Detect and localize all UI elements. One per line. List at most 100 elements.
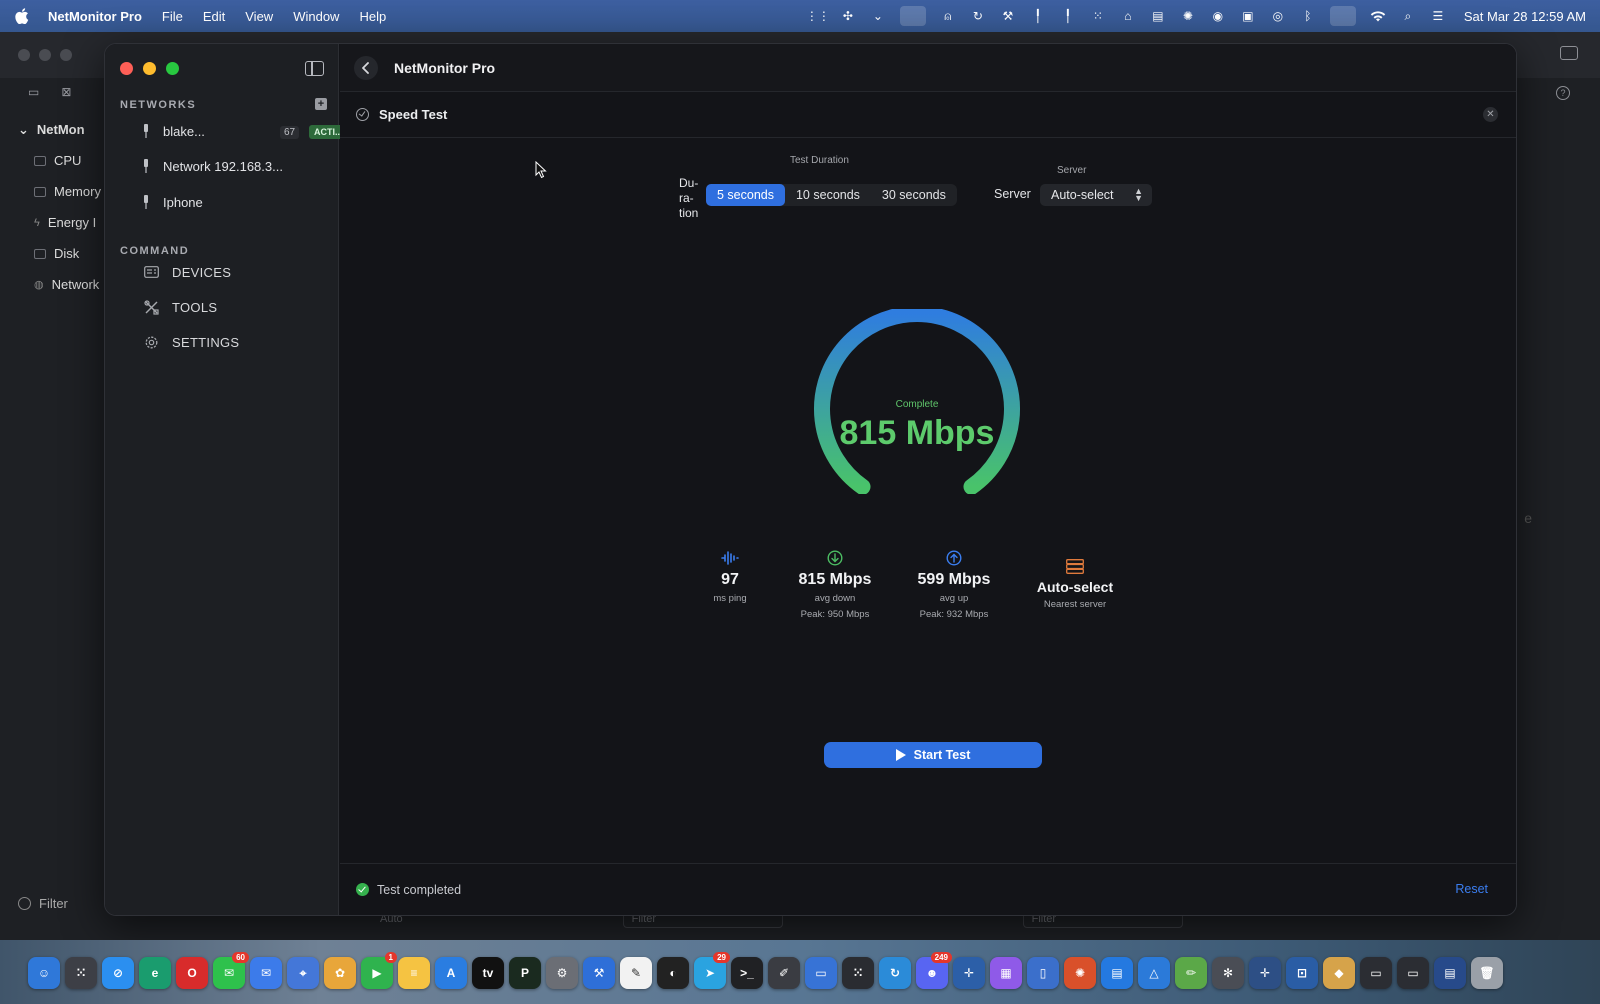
move-icon[interactable]: ✣	[840, 9, 856, 23]
home-icon[interactable]: ⌂	[1120, 9, 1136, 23]
finder-icon[interactable]: ☺	[28, 957, 60, 989]
script-editor-icon[interactable]: ✐	[768, 957, 800, 989]
spotlight-search-icon[interactable]: ⌕	[1400, 9, 1416, 23]
inspector-toggle-icon[interactable]	[1560, 46, 1578, 60]
apps-grid-icon[interactable]: ⁙	[842, 957, 874, 989]
claude-icon[interactable]: ✎	[620, 957, 652, 989]
opera-icon[interactable]: O	[176, 957, 208, 989]
navigator-row[interactable]: ◍ Network	[18, 269, 106, 300]
sidebar-item-settings[interactable]: SETTINGS	[143, 331, 239, 353]
navigator-row[interactable]: ⌄ NetMon	[18, 114, 106, 145]
dots-grid-icon[interactable]: ⁙	[1090, 9, 1106, 23]
launchpad-icon[interactable]: ⁙	[65, 957, 97, 989]
notes-icon[interactable]: ≡	[398, 957, 430, 989]
apple-tv-icon[interactable]: tv	[472, 957, 504, 989]
sun-icon[interactable]: ✺	[1180, 9, 1196, 23]
navigator-row[interactable]: Memory	[18, 176, 106, 207]
sync-icon[interactable]: ↻	[970, 9, 986, 23]
display-icon[interactable]	[1329, 6, 1356, 26]
trash-icon[interactable]: 🗑	[1471, 957, 1503, 989]
help-icon[interactable]: ?	[1556, 86, 1570, 100]
server-select[interactable]: Auto-select ▲ ▼	[1040, 184, 1152, 206]
recent-window-2-icon[interactable]: ▭	[1397, 957, 1429, 989]
spark-icon[interactable]: ✺	[1064, 957, 1096, 989]
hammer-icon[interactable]: ⚒	[1000, 9, 1016, 23]
sidebar-item-network-iphone[interactable]: Iphone	[143, 191, 203, 213]
close-window-button[interactable]	[120, 62, 133, 75]
photos-icon[interactable]: ✿	[324, 957, 356, 989]
scanner-app-2-icon[interactable]: ⊡	[1286, 957, 1318, 989]
safari-icon[interactable]: ⊘	[102, 957, 134, 989]
sidebar-item-network-blake[interactable]: blake... 67 ACTI...	[143, 120, 348, 142]
menu-help[interactable]: Help	[359, 9, 386, 24]
archive-icon[interactable]: ◆	[1323, 957, 1355, 989]
files-icon[interactable]: ▭	[805, 957, 837, 989]
navigator-row[interactable]: CPU	[18, 145, 106, 176]
add-network-icon[interactable]: +	[315, 98, 327, 110]
reset-button[interactable]: Reset	[1455, 882, 1488, 896]
pin-icon[interactable]: ╿	[1030, 9, 1046, 23]
menu-window[interactable]: Window	[293, 9, 339, 24]
chevron-down-icon[interactable]: ⌄	[870, 9, 886, 23]
menu-view[interactable]: View	[245, 9, 273, 24]
apple-icon[interactable]	[14, 8, 30, 24]
document-app-icon[interactable]: ▯	[1027, 957, 1059, 989]
capture-icon[interactable]: ✛	[953, 957, 985, 989]
github-icon[interactable]: ◐	[657, 957, 689, 989]
duration-option-10s[interactable]: 10 seconds	[785, 184, 871, 206]
instruments-icon[interactable]: △	[1138, 957, 1170, 989]
system-settings-icon[interactable]: ⚙	[546, 957, 578, 989]
wifi-icon[interactable]	[1370, 9, 1386, 23]
menubar-app-name[interactable]: NetMonitor Pro	[48, 9, 142, 24]
duration-option-5s[interactable]: 5 seconds	[706, 184, 785, 206]
messages-icon[interactable]: ✉ 60	[213, 952, 249, 989]
back-button[interactable]	[354, 55, 378, 80]
navigator-filter[interactable]: Filter	[18, 896, 68, 911]
navigator-row[interactable]: ϟ Energy I	[18, 207, 106, 238]
download-arrow-icon	[790, 549, 880, 567]
clear-icon[interactable]: ⊠	[61, 85, 71, 99]
screens-icon[interactable]: ▦	[990, 957, 1022, 989]
minimize-window-button[interactable]	[143, 62, 156, 75]
menubar-clock[interactable]: Sat Mar 28 12:59 AM	[1464, 9, 1586, 24]
navigator-row[interactable]: Disk	[18, 238, 106, 269]
folder-icon[interactable]: ▭	[28, 85, 39, 99]
discord-icon[interactable]: ☻ 249	[916, 952, 952, 989]
edge-icon[interactable]: e	[139, 957, 171, 989]
bluetooth-icon[interactable]: ᛒ	[1300, 9, 1316, 23]
pycharm-icon[interactable]: P	[509, 957, 541, 989]
facetime-icon[interactable]: ▶ 1	[361, 952, 397, 989]
control-center-icon[interactable]: ☰	[1430, 9, 1446, 23]
sidebar-toggle-icon[interactable]	[305, 61, 324, 76]
terminal-icon[interactable]: >_	[731, 957, 763, 989]
sync-app-icon[interactable]: ↻	[879, 957, 911, 989]
calendar-app-icon[interactable]: ▤	[1101, 957, 1133, 989]
pin-2-icon[interactable]: ╿	[1060, 9, 1076, 23]
sidebar-item-network-192[interactable]: Network 192.168.3...	[143, 155, 283, 177]
mail-icon[interactable]: ✉	[250, 957, 282, 989]
menu-edit[interactable]: Edit	[203, 9, 225, 24]
recent-doc-icon[interactable]: ▤	[1434, 957, 1466, 989]
document-icon[interactable]: ▤	[1150, 9, 1166, 23]
scanner-app-icon[interactable]: ✛	[1249, 957, 1281, 989]
clipboard-icon[interactable]: ▣	[1240, 9, 1256, 23]
maps-icon[interactable]: ⌖	[287, 957, 319, 989]
close-panel-button[interactable]: ✕	[1483, 107, 1498, 122]
one-password-icon[interactable]: ◉	[1210, 9, 1226, 23]
zoom-window-button[interactable]	[166, 62, 179, 75]
menu-file[interactable]: File	[162, 9, 183, 24]
pen-app-icon[interactable]: ✏	[1175, 957, 1207, 989]
recent-window-icon[interactable]: ▭	[1360, 957, 1392, 989]
search-q-icon[interactable]: ◎	[1270, 9, 1286, 23]
xcode-icon[interactable]: ⚒	[583, 957, 615, 989]
settings-gear-app-icon[interactable]: ✻	[1212, 957, 1244, 989]
app-store-icon[interactable]: A	[435, 957, 467, 989]
ghost-icon[interactable]: ⍝	[940, 9, 956, 23]
sidebar-item-tools[interactable]: TOOLS	[143, 296, 217, 318]
screen-mirror-icon[interactable]	[899, 6, 926, 26]
sidebar-item-devices[interactable]: DEVICES	[143, 261, 231, 283]
duration-option-30s[interactable]: 30 seconds	[871, 184, 957, 206]
start-test-button[interactable]: Start Test	[824, 742, 1042, 768]
grid-icon[interactable]: ⋮⋮	[806, 9, 830, 23]
telegram-icon[interactable]: ➤ 29	[694, 952, 730, 989]
